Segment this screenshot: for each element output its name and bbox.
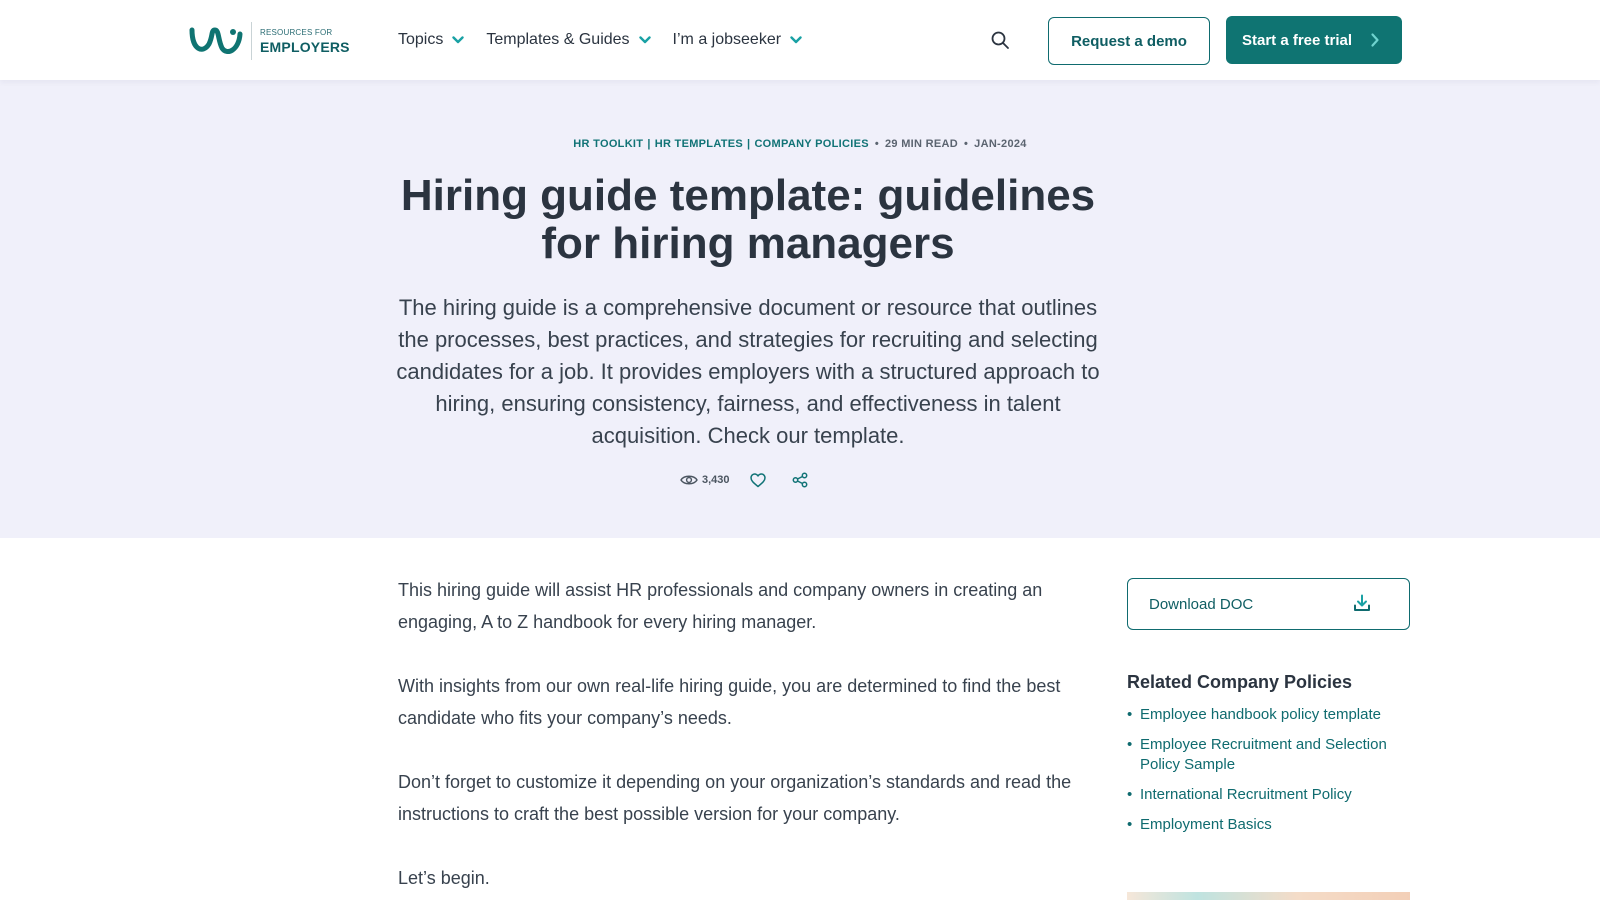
related-link[interactable]: Employee Recruitment and Selection Polic… (1127, 735, 1417, 775)
logo-text: RESOURCES FOR EMPLOYERS (260, 27, 350, 55)
start-free-trial-label: Start a free trial (1242, 31, 1353, 49)
heart-icon[interactable] (749, 472, 766, 488)
nav-topics[interactable]: Topics (398, 31, 465, 49)
search-icon[interactable] (990, 30, 1010, 50)
view-count: 3,430 (702, 474, 730, 486)
related-policies-list: Employee handbook policy template Employ… (1127, 705, 1417, 835)
promo-image[interactable] (1127, 892, 1410, 900)
nav-jobseeker[interactable]: I’m a jobseeker (673, 31, 803, 49)
article-paragraph: This hiring guide will assist HR profess… (398, 580, 1043, 632)
hero-section: HR TOOLKIT | HR TEMPLATES | COMPANY POLICIES… (0, 80, 1600, 538)
chevron-right-icon (1371, 33, 1379, 47)
chevron-down-icon (638, 36, 651, 44)
article-paragraph: Let’s begin. (398, 868, 490, 888)
article-meta: HR TOOLKIT | HR TEMPLATES | COMPANY POLICIES… (573, 138, 1027, 150)
read-time: 29 MIN READ (885, 138, 958, 150)
download-doc-label: Download DOC (1149, 595, 1254, 613)
page-title: Hiring guide template: guidelines for hi… (400, 171, 1096, 268)
eye-icon (680, 475, 698, 485)
download-doc-button[interactable]: Download DOC (1127, 578, 1410, 630)
related-link[interactable]: Employee handbook policy template (1127, 705, 1417, 725)
logo-icon (189, 27, 243, 54)
chevron-down-icon (452, 36, 465, 44)
related-link[interactable]: Employment Basics (1127, 815, 1417, 835)
site-header: RESOURCES FOR EMPLOYERS Topics Templates… (0, 0, 1600, 80)
download-icon (1354, 594, 1370, 611)
main-nav: Topics Templates & Guides I’m a jobseeke… (398, 0, 802, 80)
article-body: This hiring guide will assist HR profess… (398, 574, 1098, 900)
related-link[interactable]: International Recruitment Policy (1127, 785, 1417, 805)
logo-big-text: EMPLOYERS (260, 38, 350, 55)
publish-date: JAN-2024 (974, 138, 1027, 150)
logo-small-text: RESOURCES FOR (260, 27, 333, 37)
nav-topics-label: Topics (398, 31, 444, 48)
share-icon[interactable] (792, 472, 808, 488)
nav-jobseeker-label: I’m a jobseeker (672, 31, 782, 48)
article-paragraph: Don’t forget to customize it depending o… (398, 772, 1072, 824)
nav-templates-guides[interactable]: Templates & Guides (486, 31, 651, 49)
related-policies-title: Related Company Policies (1127, 672, 1353, 692)
article-stats: 3,430 (680, 470, 808, 490)
article-paragraph: With insights from our own real-life hir… (398, 676, 1061, 728)
logo-divider (251, 22, 252, 60)
category-company-policies[interactable]: COMPANY POLICIES (754, 138, 868, 150)
chevron-down-icon (790, 36, 802, 44)
category-hr-toolkit[interactable]: HR TOOLKIT (573, 138, 643, 150)
category-hr-templates[interactable]: HR TEMPLATES (655, 138, 743, 150)
logo[interactable]: RESOURCES FOR EMPLOYERS (189, 21, 350, 61)
related-policies: Related Company Policies Employee handbo… (1127, 672, 1417, 845)
request-demo-button[interactable]: Request a demo (1048, 17, 1210, 65)
article-intro: The hiring guide is a comprehensive docu… (396, 295, 1100, 448)
start-free-trial-button[interactable]: Start a free trial (1226, 16, 1402, 64)
nav-templates-guides-label: Templates & Guides (486, 31, 630, 48)
